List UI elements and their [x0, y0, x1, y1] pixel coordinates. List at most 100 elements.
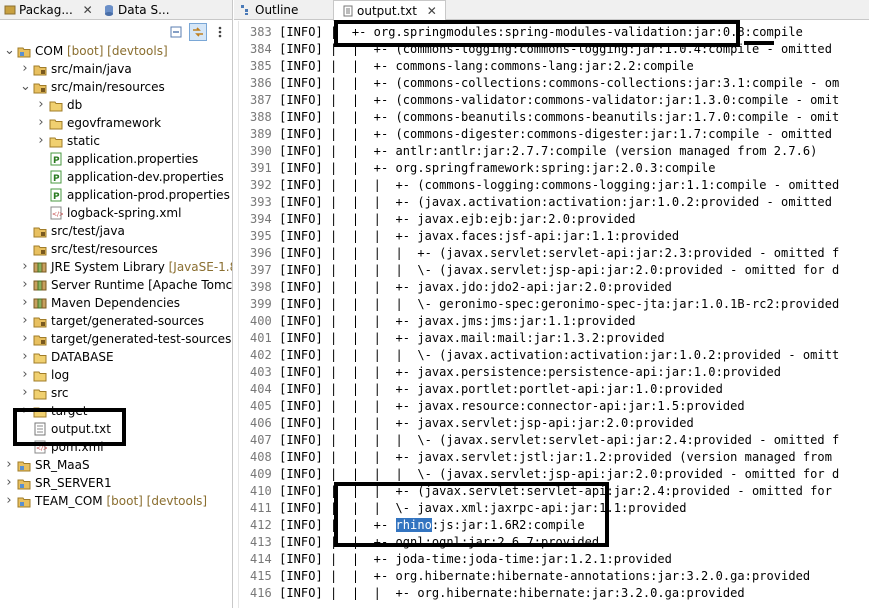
editor-line[interactable]: 383 [INFO] | +- org.springmodules:spring… — [250, 24, 803, 41]
tab-package-explorer[interactable]: Packag... ✕ — [4, 0, 93, 20]
tree-item-target-generated-test-sources[interactable]: › target/generated-test-sources — [0, 330, 232, 348]
tree-item-src-test-java[interactable]: src/test/java — [0, 222, 232, 240]
tree-item-server-runtime-apache-tomcat-v[interactable]: › Server Runtime [Apache Tomcat v — [0, 276, 232, 294]
editor-line[interactable]: 399 [INFO] | | | | \- geronimo-spec:gero… — [250, 296, 839, 313]
editor-line[interactable]: 397 [INFO] | | | | \- (javax.servlet:jsp… — [250, 262, 839, 279]
chevron-right-icon[interactable]: › — [36, 96, 46, 114]
tree-item-target[interactable]: › target — [0, 402, 232, 420]
editor-line[interactable]: 393 [INFO] | | | +- (javax.activation:ac… — [250, 194, 832, 211]
chevron-down-icon[interactable]: ⌄ — [20, 78, 31, 96]
close-icon[interactable]: ✕ — [83, 3, 93, 17]
editor-line[interactable]: 403 [INFO] | | | +- javax.persistence:pe… — [250, 364, 781, 381]
editor-line[interactable]: 387 [INFO] | | +- (commons-validator:com… — [250, 92, 839, 109]
editor-line[interactable]: 414 [INFO] | | +- joda-time:joda-time:ja… — [250, 551, 672, 568]
editor-line[interactable]: 408 [INFO] | | | +- javax.servlet:jstl:j… — [250, 449, 832, 466]
editor-line[interactable]: 405 [INFO] | | | +- javax.resource:conne… — [250, 398, 745, 415]
source-folder-icon — [33, 332, 47, 346]
editor-line[interactable]: 395 [INFO] | | | +- javax.faces:jsf-api:… — [250, 228, 679, 245]
editor-line[interactable]: 413 [INFO] | | +- ognl:ognl:jar:2.6.7:pr… — [250, 534, 599, 551]
chevron-right-icon[interactable]: › — [20, 312, 30, 330]
editor-tabbar: Outline output.txt ✕ — [234, 0, 869, 21]
chevron-right-icon[interactable]: › — [20, 384, 30, 402]
tree-item-src-main-java[interactable]: › src/main/java — [0, 60, 232, 78]
tree-item-application-prod-properties[interactable]: Papplication-prod.properties — [0, 186, 232, 204]
chevron-right-icon[interactable]: › — [20, 258, 30, 276]
editor-line[interactable]: 416 [INFO] | | | +- org.hibernate:hibern… — [250, 585, 745, 602]
tree-item-output-txt[interactable]: output.txt — [0, 420, 232, 438]
tree-item-src-main-resources[interactable]: ⌄ src/main/resources — [0, 78, 232, 96]
chevron-right-icon[interactable]: › — [20, 330, 30, 348]
tab-data-source-label: Data S... — [118, 3, 170, 17]
chevron-right-icon[interactable]: › — [20, 348, 30, 366]
editor-line[interactable]: 410 [INFO] | | | +- (javax.servlet:servl… — [250, 483, 832, 500]
tree-item-target-generated-sources[interactable]: › target/generated-sources — [0, 312, 232, 330]
line-number: 416 — [250, 586, 272, 600]
editor-line[interactable]: 404 [INFO] | | | +- javax.portlet:portle… — [250, 381, 723, 398]
tree-item-label: src/test/resources — [51, 242, 158, 256]
tree-item-sr-server1[interactable]: › SR_SERVER1 — [0, 474, 232, 492]
close-icon[interactable]: ✕ — [427, 4, 437, 18]
editor-line[interactable]: 391 [INFO] | | +- org.springframework:sp… — [250, 160, 716, 177]
chevron-right-icon[interactable]: › — [36, 114, 46, 132]
editor-line[interactable]: 388 [INFO] | | +- (commons-beanutils:com… — [250, 109, 839, 126]
tree-item-team-com[interactable]: › TEAM_COM [boot] [devtools] — [0, 492, 232, 510]
tab-outline[interactable]: Outline — [240, 0, 298, 20]
selected-text[interactable]: rhino — [395, 518, 432, 532]
editor-line[interactable]: 411 [INFO] | | | \- javax.xml:jaxrpc-api… — [250, 500, 686, 517]
tree-item-static[interactable]: › static — [0, 132, 232, 150]
chevron-right-icon[interactable]: › — [20, 294, 30, 312]
collapse-all-button[interactable] — [167, 23, 185, 41]
tree-item-pom-xml[interactable]: </> pom.xml — [0, 438, 232, 456]
tree-item-jre-system-library[interactable]: › JRE System Library [JavaSE-1.8] — [0, 258, 232, 276]
chevron-right-icon[interactable]: › — [36, 132, 46, 150]
tab-output-txt[interactable]: output.txt ✕ — [333, 0, 446, 21]
chevron-right-icon[interactable]: › — [20, 60, 30, 78]
editor-line[interactable]: 407 [INFO] | | | | \- (javax.servlet:ser… — [250, 432, 839, 449]
link-with-editor-button[interactable] — [189, 23, 207, 41]
editor-line[interactable]: 401 [INFO] | | | +- javax.mail:mail:jar:… — [250, 330, 665, 347]
editor-line[interactable]: 386 [INFO] | | +- (commons-collections:c… — [250, 75, 839, 92]
tree-item-logback-spring-xml[interactable]: </> logback-spring.xml — [0, 204, 232, 222]
editor-line[interactable]: 390 [INFO] | | +- antlr:antlr:jar:2.7.7:… — [250, 143, 817, 160]
view-menu-button[interactable] — [211, 23, 229, 41]
chevron-right-icon[interactable]: › — [4, 474, 14, 492]
editor-line[interactable]: 412 [INFO] | | +- rhino:js:jar:1.6R2:com… — [250, 517, 585, 534]
editor-line[interactable]: 394 [INFO] | | | +- javax.ejb:ejb:jar:2.… — [250, 211, 636, 228]
chevron-right-icon[interactable]: › — [4, 492, 14, 510]
tab-data-source[interactable]: Data S... — [103, 0, 170, 20]
tree-item-sr-maas[interactable]: › SR_MaaS — [0, 456, 232, 474]
tree-item-src-test-resources[interactable]: src/test/resources — [0, 240, 232, 258]
editor-line[interactable]: 396 [INFO] | | | | +- (javax.servlet:ser… — [250, 245, 839, 262]
chevron-right-icon[interactable]: › — [20, 402, 30, 420]
editor-line[interactable]: 392 [INFO] | | | +- (commons-logging:com… — [250, 177, 839, 194]
editor-line[interactable]: 409 [INFO] | | | | \- (javax.servlet:jsp… — [250, 466, 839, 483]
tree-item-com[interactable]: ⌄ COM [boot] [devtools] — [0, 42, 232, 60]
tree-item-db[interactable]: › db — [0, 96, 232, 114]
line-number: 389 — [250, 127, 272, 141]
chevron-right-icon[interactable]: › — [4, 456, 14, 474]
editor-line[interactable]: 400 [INFO] | | | +- javax.jms:jms:jar:1.… — [250, 313, 636, 330]
chevron-right-icon[interactable]: › — [20, 366, 30, 384]
tree-item-application-dev-properties[interactable]: Papplication-dev.properties — [0, 168, 232, 186]
svg-text:</>: </> — [52, 211, 63, 218]
editor-line[interactable]: 389 [INFO] | | +- (commons-digester:comm… — [250, 126, 832, 143]
tree-item-database[interactable]: › DATABASE — [0, 348, 232, 366]
link-icon — [193, 27, 203, 37]
tree-item-egovframework[interactable]: › egovframework — [0, 114, 232, 132]
editor-line[interactable]: 398 [INFO] | | | +- javax.jdo:jdo2-api:j… — [250, 279, 672, 296]
editor-line[interactable]: 415 [INFO] | | +- org.hibernate:hibernat… — [250, 568, 810, 585]
editor-line[interactable]: 402 [INFO] | | | | \- (javax.activation:… — [250, 347, 839, 364]
tree-item-src[interactable]: › src — [0, 384, 232, 402]
tree-item-label: logback-spring.xml — [67, 206, 182, 220]
tree-item-label: COM [boot] [devtools] — [35, 44, 168, 58]
tree-item-label: src — [51, 386, 69, 400]
editor-line[interactable]: 385 [INFO] | | +- commons-lang:commons-l… — [250, 58, 694, 75]
line-number: 412 — [250, 518, 272, 532]
chevron-right-icon[interactable]: › — [20, 276, 30, 294]
tree-item-maven-dependencies[interactable]: › Maven Dependencies — [0, 294, 232, 312]
editor-line[interactable]: 406 [INFO] | | | +- javax.servlet:jsp-ap… — [250, 415, 694, 432]
tree-item-application-properties[interactable]: Papplication.properties — [0, 150, 232, 168]
tree-item-log[interactable]: › log — [0, 366, 232, 384]
text-editor[interactable]: 383 [INFO] | +- org.springmodules:spring… — [234, 21, 869, 608]
chevron-down-icon[interactable]: ⌄ — [4, 42, 15, 60]
